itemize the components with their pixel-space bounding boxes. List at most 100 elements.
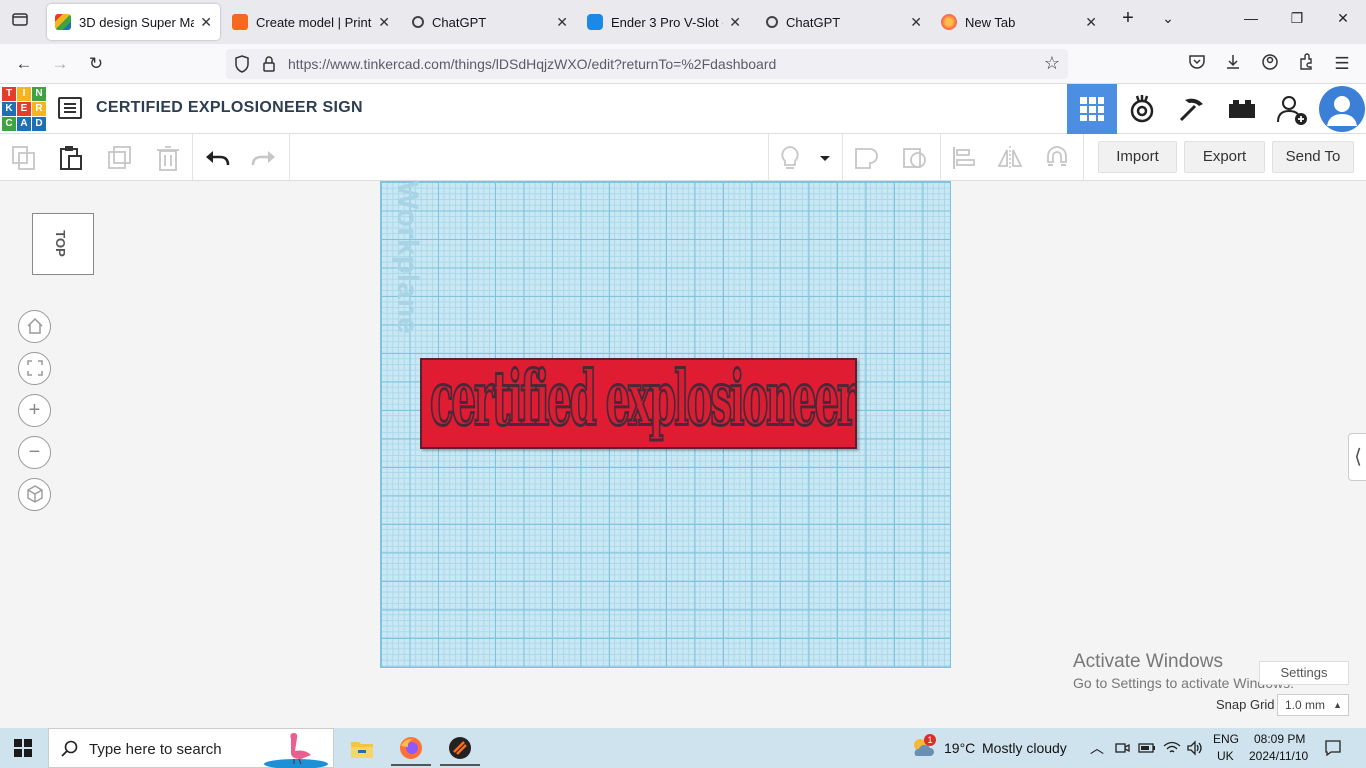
group-icon[interactable]: [852, 144, 880, 172]
paste-icon[interactable]: [57, 144, 85, 172]
home-view-button[interactable]: [18, 310, 51, 343]
tray-chevron-up-icon[interactable]: ︿: [1090, 738, 1104, 758]
close-tab-icon[interactable]: ✕: [200, 14, 212, 31]
browser-tab[interactable]: ChatGPT ✕: [402, 4, 576, 40]
design-menu-list-icon[interactable]: [58, 97, 82, 119]
input-language-top[interactable]: ENG: [1213, 732, 1239, 746]
sign-text-shape[interactable]: certified explosioneer: [429, 360, 855, 447]
copy-icon[interactable]: [10, 144, 38, 172]
windows-start-icon[interactable]: [14, 739, 32, 757]
taskbar-search-box[interactable]: Type here to search: [48, 728, 334, 768]
close-tab-icon[interactable]: ✕: [556, 14, 568, 31]
zoom-in-button[interactable]: +: [18, 394, 51, 427]
user-avatar-button[interactable]: [1317, 84, 1366, 134]
settings-button[interactable]: Settings: [1259, 661, 1349, 685]
ungroup-icon[interactable]: [901, 144, 929, 172]
snap-grid-value: 1.0 mm: [1285, 698, 1326, 712]
sim-lab-button[interactable]: [1117, 84, 1167, 134]
browser-tab[interactable]: 3D design Super Maim ✕: [47, 4, 220, 40]
browser-navbar: ← → ↻ https://www.tinkercad.com/things/l…: [0, 44, 1366, 84]
3d-design-view-button[interactable]: [1067, 84, 1117, 134]
close-tab-icon[interactable]: ✕: [378, 14, 390, 31]
clock-date[interactable]: 2024/11/10: [1249, 749, 1308, 763]
close-tab-icon[interactable]: ✕: [910, 14, 922, 31]
forward-arrow-icon[interactable]: →: [49, 53, 71, 75]
lightbulb-icon[interactable]: [776, 144, 804, 172]
delete-icon[interactable]: [154, 144, 182, 172]
close-tab-icon[interactable]: ✕: [1085, 14, 1097, 31]
reload-icon[interactable]: ↻: [85, 53, 107, 75]
export-button[interactable]: Export: [1184, 141, 1265, 173]
account-icon[interactable]: [1259, 53, 1281, 75]
send-to-button[interactable]: Send To: [1272, 141, 1354, 173]
hamburger-menu-icon[interactable]: ☰: [1331, 53, 1353, 75]
tracking-shield-icon[interactable]: [234, 55, 250, 78]
mirror-icon[interactable]: [996, 144, 1024, 172]
sign-shape[interactable]: certified explosioneer: [420, 358, 857, 449]
weather-temperature[interactable]: 19°C: [944, 740, 975, 756]
cruise-magnet-icon[interactable]: [1043, 144, 1071, 172]
close-tab-icon[interactable]: ✕: [729, 14, 741, 31]
app-taskbar-button[interactable]: [440, 732, 480, 766]
close-window-icon[interactable]: ✕: [1331, 10, 1355, 27]
wifi-icon[interactable]: [1163, 740, 1181, 756]
tab-overflow-chevron-icon[interactable]: ⌄: [1156, 10, 1180, 27]
snap-grid-select[interactable]: 1.0 mm ▲: [1277, 694, 1349, 716]
input-language-bottom[interactable]: UK: [1217, 749, 1234, 763]
volume-icon[interactable]: [1186, 740, 1204, 756]
weather-description[interactable]: Mostly cloudy: [982, 740, 1067, 756]
caret-down-icon[interactable]: [814, 144, 836, 172]
lock-icon[interactable]: [262, 55, 276, 78]
tab-list-icon[interactable]: [8, 10, 32, 34]
browser-tab[interactable]: Create model | Printab ✕: [224, 4, 398, 40]
view-cube[interactable]: TOP: [32, 213, 94, 275]
browser-tab[interactable]: ChatGPT ✕: [756, 4, 930, 40]
shapes-panel-toggle-icon[interactable]: ⟨: [1348, 433, 1366, 481]
tab-label: Ender 3 Pro V-Slot cov: [611, 14, 723, 30]
minimize-window-icon[interactable]: —: [1239, 10, 1263, 26]
tinkercad-header: T I N K E R C A D CERTIFIED EXPLOSIONEER…: [0, 84, 1366, 134]
undo-icon[interactable]: [203, 144, 231, 172]
extensions-icon[interactable]: [1295, 53, 1317, 75]
url-host: https://www.tinkercad.com: [288, 56, 451, 72]
sim-lab-icon: [1130, 95, 1154, 123]
url-bar[interactable]: https://www.tinkercad.com/things/lDSdHqj…: [226, 49, 1068, 79]
logo-letter: R: [32, 102, 46, 116]
invite-user-button[interactable]: [1267, 84, 1317, 134]
blocks-button[interactable]: [1167, 84, 1217, 134]
new-tab-icon[interactable]: +: [1116, 7, 1140, 30]
perspective-button[interactable]: [18, 478, 51, 511]
chatgpt-favicon-icon: [412, 16, 424, 28]
bricks-button[interactable]: [1217, 84, 1267, 134]
downloads-icon[interactable]: [1222, 53, 1244, 75]
browser-tab[interactable]: Ender 3 Pro V-Slot cov ✕: [579, 4, 749, 40]
logo-letter: D: [32, 117, 46, 131]
tab-label: ChatGPT: [786, 14, 841, 30]
battery-icon[interactable]: [1138, 740, 1156, 756]
firefox-taskbar-button[interactable]: [391, 732, 431, 766]
bookmark-star-icon[interactable]: ☆: [1044, 53, 1060, 74]
url-text[interactable]: https://www.tinkercad.com/things/lDSdHqj…: [288, 56, 776, 72]
design-title[interactable]: CERTIFIED EXPLOSIONEER SIGN: [96, 99, 363, 117]
fit-view-button[interactable]: [18, 352, 51, 385]
meet-now-icon[interactable]: [1114, 740, 1130, 756]
redo-icon[interactable]: [250, 144, 278, 172]
zoom-out-button[interactable]: −: [18, 436, 51, 469]
restore-window-icon[interactable]: ❐: [1285, 10, 1309, 27]
back-arrow-icon[interactable]: ←: [13, 53, 35, 75]
tinkercad-logo[interactable]: T I N K E R C A D: [2, 87, 46, 131]
clock-time[interactable]: 08:09 PM: [1254, 732, 1305, 746]
minus-icon: −: [28, 441, 41, 463]
app-logo-icon: [449, 737, 471, 759]
align-icon[interactable]: [950, 144, 978, 172]
file-explorer-taskbar-button[interactable]: [342, 732, 382, 766]
browser-tab[interactable]: New Tab ✕: [933, 4, 1105, 40]
chatgpt-favicon-icon: [766, 16, 778, 28]
tinkercad-favicon-icon: [55, 14, 71, 30]
pocket-icon[interactable]: [1186, 53, 1208, 75]
edit-toolbar: Import Export Send To: [0, 134, 1366, 181]
import-button[interactable]: Import: [1098, 141, 1177, 173]
notifications-icon[interactable]: [1324, 739, 1342, 757]
design-workspace[interactable]: TOP + − Workplane certified explosioneer…: [0, 181, 1366, 728]
duplicate-icon[interactable]: [106, 144, 134, 172]
